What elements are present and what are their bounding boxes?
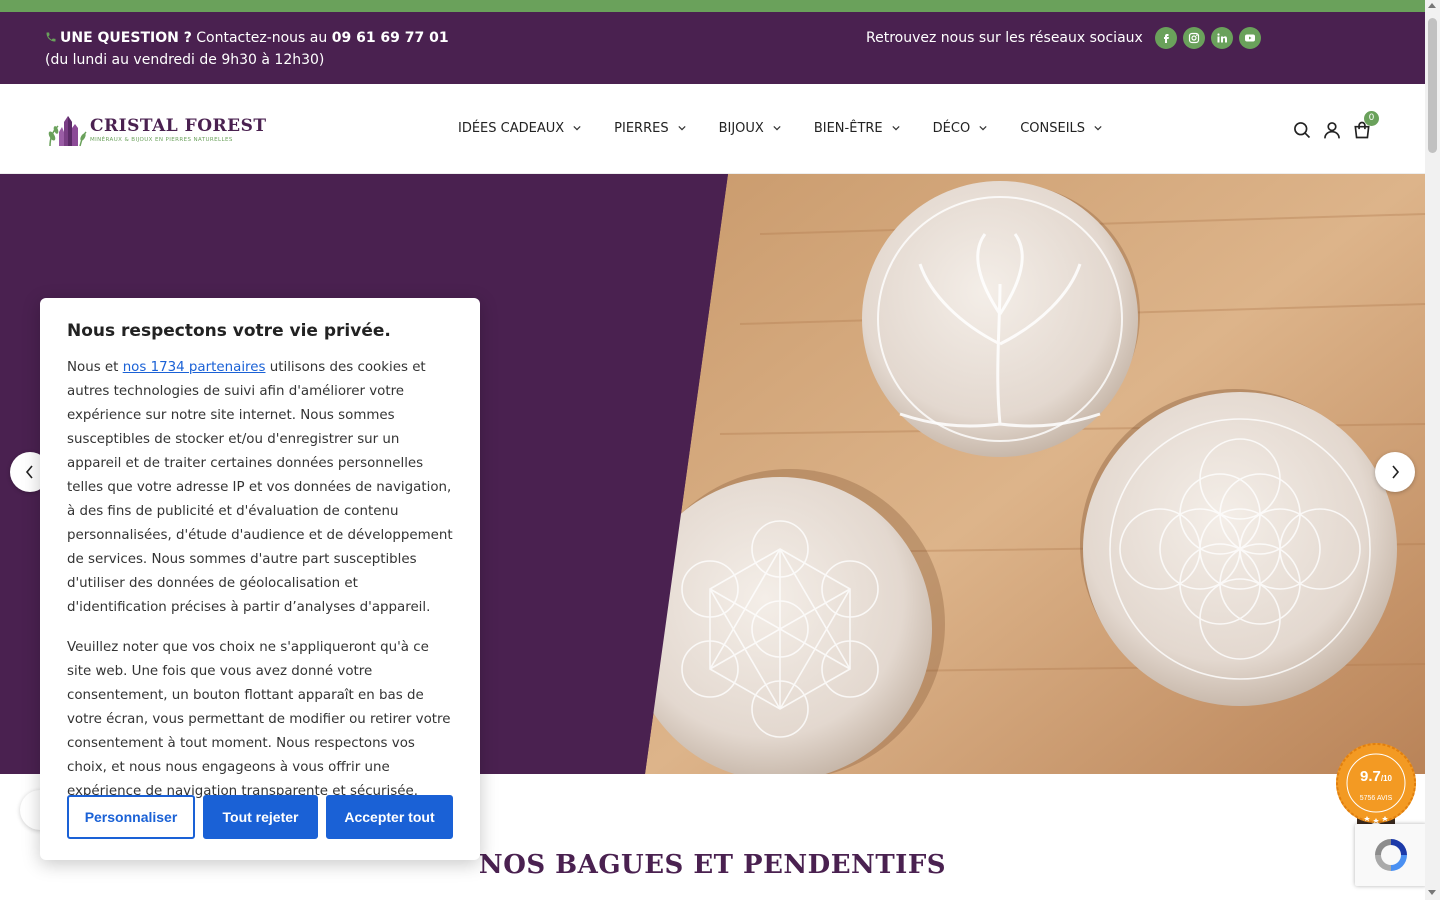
facebook-icon xyxy=(1163,34,1169,43)
header-actions: 0 xyxy=(1292,111,1382,140)
cookie-p1-rest: utilisons des cookies et autres technolo… xyxy=(67,360,453,615)
cookie-paragraph-2: Veuillez noter que vos choix ne s'appliq… xyxy=(67,640,451,799)
cart-button[interactable]: 0 xyxy=(1352,111,1379,140)
main-navigation: IDÉES CADEAUX PIERRES BIJOUX BIEN-ÊTRE D… xyxy=(458,118,1135,138)
linkedin-link[interactable] xyxy=(1210,27,1233,49)
linkedin-icon xyxy=(1217,33,1227,43)
chevron-right-icon xyxy=(1392,465,1400,479)
scroll-up-arrow-icon[interactable] xyxy=(1428,3,1436,8)
page: UNE QUESTION ? Contactez-nous au 09 61 6… xyxy=(0,0,1440,900)
score-scale: /10 xyxy=(1380,774,1392,783)
top-accent-strip xyxy=(0,0,1425,12)
social-label: Retrouvez nous sur les réseaux sociaux xyxy=(866,30,1143,46)
chevron-down-icon xyxy=(892,125,900,131)
nav-item-pierres[interactable]: PIERRES xyxy=(614,118,686,138)
top-info-bar: UNE QUESTION ? Contactez-nous au 09 61 6… xyxy=(0,12,1425,84)
youtube-link[interactable] xyxy=(1238,27,1261,49)
chevron-down-icon xyxy=(773,125,781,131)
phone-number[interactable]: 09 61 69 77 01 xyxy=(332,30,449,46)
recaptcha-badge[interactable] xyxy=(1355,824,1427,886)
search-button[interactable] xyxy=(1292,120,1312,140)
nav-label: PIERRES xyxy=(614,120,669,136)
crystal-leaf-logo-icon xyxy=(48,116,87,147)
customize-button[interactable]: Personnaliser xyxy=(67,795,195,839)
site-logo[interactable]: CRISTAL FOREST MINÉRAUX & BIJOUX EN PIER… xyxy=(44,112,267,148)
nav-label: IDÉES CADEAUX xyxy=(458,120,565,136)
cookie-consent-dialog: Nous respectons votre vie privée. Nous e… xyxy=(40,298,480,860)
cart-count-badge: 0 xyxy=(1364,111,1379,126)
recaptcha-icon xyxy=(1375,839,1407,871)
page-scrollbar[interactable] xyxy=(1425,0,1440,900)
logo-text: CRISTAL FOREST MINÉRAUX & BIJOUX EN PIER… xyxy=(90,116,267,144)
nav-item-deco[interactable]: DÉCO xyxy=(933,118,988,138)
nav-label: BIEN-ÊTRE xyxy=(813,120,883,136)
opening-hours: (du lundi au vendredi de 9h30 à 12h30) xyxy=(45,52,325,68)
social-links: Retrouvez nous sur les réseaux sociaux xyxy=(866,26,1261,50)
reviews-count: 5756 AVIS xyxy=(1359,795,1393,802)
cookie-paragraph-1: Nous et nos 1734 partenaires utilisons d… xyxy=(67,356,453,620)
question-label: UNE QUESTION ? xyxy=(60,30,192,46)
nav-item-conseils[interactable]: CONSEILS xyxy=(1020,118,1102,138)
nav-label: BIJOUX xyxy=(718,120,764,136)
slider-next-button[interactable] xyxy=(1375,452,1415,492)
chevron-down-icon xyxy=(1094,125,1102,131)
instagram-icon xyxy=(1188,32,1199,44)
chevron-left-icon xyxy=(25,465,33,479)
chevron-down-icon xyxy=(979,125,987,131)
logo-name: CRISTAL FOREST xyxy=(90,116,267,136)
nav-item-bijoux[interactable]: BIJOUX xyxy=(719,118,781,138)
facebook-link[interactable] xyxy=(1154,27,1177,49)
accept-all-button[interactable]: Accepter tout xyxy=(326,795,453,839)
account-button[interactable] xyxy=(1322,120,1342,140)
chevron-down-icon xyxy=(573,125,581,131)
search-icon xyxy=(1294,122,1311,139)
phone-icon xyxy=(46,32,56,42)
contact-text: Contactez-nous au xyxy=(196,30,328,46)
scrollbar-thumb[interactable] xyxy=(1428,18,1437,153)
score-value: 9.7 xyxy=(1360,768,1381,785)
nav-item-bien-etre[interactable]: BIEN-ÊTRE xyxy=(814,118,900,138)
reviews-badge[interactable]: 9.7/10 5756 AVIS xyxy=(1335,742,1417,824)
nav-label: DÉCO xyxy=(932,120,971,136)
chevron-down-icon xyxy=(677,125,686,131)
partners-link[interactable]: nos 1734 partenaires xyxy=(123,360,266,375)
nav-label: CONSEILS xyxy=(1020,120,1086,136)
instagram-link[interactable] xyxy=(1182,27,1205,49)
scroll-down-arrow-icon[interactable] xyxy=(1428,890,1436,895)
site-header: CRISTAL FOREST MINÉRAUX & BIJOUX EN PIER… xyxy=(0,84,1425,174)
reject-all-button[interactable]: Tout rejeter xyxy=(203,795,318,839)
nav-item-idees-cadeaux[interactable]: IDÉES CADEAUX xyxy=(458,118,581,138)
user-icon xyxy=(1324,122,1340,139)
youtube-icon xyxy=(1244,34,1255,42)
cookie-actions: Personnaliser Tout rejeter Accepter tout xyxy=(67,795,453,839)
contact-info: UNE QUESTION ? Contactez-nous au 09 61 6… xyxy=(45,27,449,71)
reviews-score: 9.7/10 xyxy=(1335,768,1417,785)
cookie-p1-start: Nous et xyxy=(67,360,123,375)
cookie-title: Nous respectons votre vie privée. xyxy=(67,321,391,341)
logo-tagline: MINÉRAUX & BIJOUX EN PIERRES NATURELLES xyxy=(90,137,233,143)
